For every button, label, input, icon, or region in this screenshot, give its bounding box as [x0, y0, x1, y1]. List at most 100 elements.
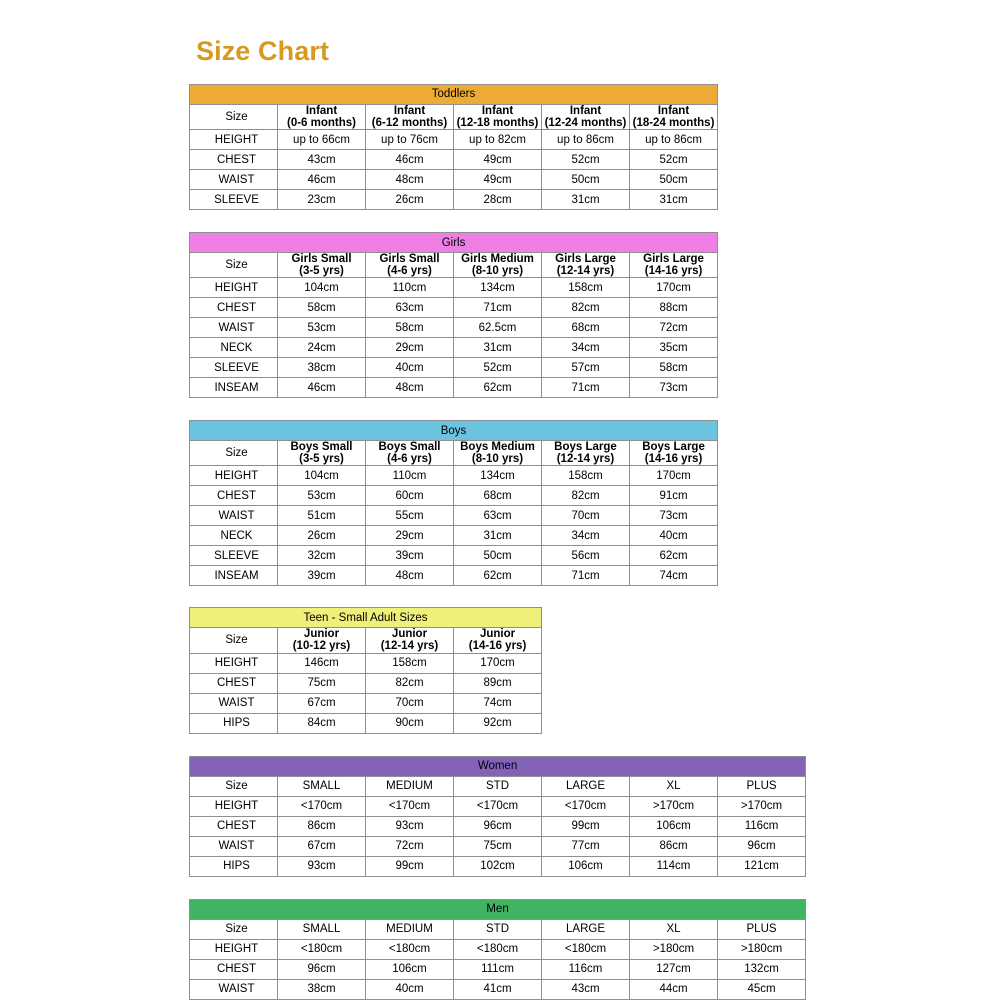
- table-band-row: Girls: [188, 232, 719, 254]
- table-cell: 24cm: [277, 337, 366, 359]
- table-cell: 74cm: [452, 692, 543, 714]
- table-header-row: Size SMALL MEDIUM STD LARGE XL PLUS: [189, 775, 807, 797]
- table-header-row: Size Boys Small (3-5 yrs) Boys Small (4-6 yr…: [189, 440, 719, 467]
- table-cell: 52cm: [628, 149, 719, 171]
- table-cell: 102cm: [453, 855, 542, 877]
- table-cell: 75cm: [277, 672, 366, 694]
- size-column-header: Size: [189, 440, 278, 467]
- row-label: CHEST: [189, 149, 278, 171]
- column-header-name: Junior: [479, 628, 516, 641]
- table-spacer: [189, 734, 889, 756]
- table-cell: 121cm: [716, 855, 807, 877]
- table-cell: up to 86cm: [628, 129, 719, 151]
- column-header-age: (10-12 yrs): [292, 640, 351, 653]
- table-cell: 146cm: [277, 652, 366, 674]
- table-cell: 71cm: [541, 565, 630, 587]
- row-label: CHEST: [189, 815, 278, 837]
- table-cell: 45cm: [716, 978, 807, 1000]
- row-label: WAIST: [189, 169, 278, 191]
- table-cell: 49cm: [453, 149, 542, 171]
- row-label: WAIST: [189, 505, 278, 527]
- column-header-age: (18-24 months): [632, 117, 715, 130]
- table-cell: 68cm: [541, 317, 630, 339]
- table-cell: 46cm: [365, 149, 454, 171]
- table-cell: 46cm: [277, 377, 366, 399]
- table-spacer: [189, 210, 889, 232]
- column-header-name: Boys Small: [378, 441, 441, 454]
- row-label: HEIGHT: [189, 277, 278, 299]
- column-header-name: Girls Small: [379, 253, 440, 266]
- table-cell: 62cm: [453, 565, 542, 587]
- column-header: Boys Large (12-14 yrs): [541, 440, 630, 467]
- row-label: HEIGHT: [189, 652, 278, 674]
- column-header-age: (4-6 yrs): [387, 265, 432, 278]
- table-cell: 132cm: [716, 958, 807, 980]
- table-cell: 50cm: [541, 169, 630, 191]
- table-cell: 34cm: [541, 525, 630, 547]
- column-header: Junior (10-12 yrs): [277, 627, 366, 654]
- table-spacer: [189, 586, 889, 607]
- row-label: HIPS: [189, 855, 278, 877]
- table-row: SLEEVE 23cm 26cm 28cm 31cm 31cm: [189, 189, 719, 211]
- table-cell: 35cm: [628, 337, 719, 359]
- table-row: CHEST 58cm 63cm 71cm 82cm 88cm: [189, 297, 719, 319]
- column-header: Infant (6-12 months): [365, 103, 454, 131]
- table-cell: 134cm: [453, 465, 542, 487]
- table-cell: >180cm: [629, 938, 718, 960]
- table-cell: 74cm: [628, 565, 719, 587]
- row-label: SLEEVE: [189, 357, 278, 379]
- table-cell: 57cm: [541, 357, 630, 379]
- table-cell: 52cm: [453, 357, 542, 379]
- row-label: WAIST: [189, 835, 278, 857]
- table-header-row: Size SMALL MEDIUM STD LARGE XL PLUS: [189, 918, 807, 940]
- size-table-women: Women Size SMALL MEDIUM STD LARGE XL PLUS HEIGHT…: [188, 755, 807, 877]
- table-row: NECK 24cm 29cm 31cm 34cm 35cm: [189, 337, 719, 359]
- table-cell: 158cm: [541, 465, 630, 487]
- column-header: Junior (12-14 yrs): [365, 627, 454, 654]
- column-header-age: (12-14 yrs): [380, 640, 439, 653]
- table-cell: 23cm: [277, 189, 366, 211]
- table-cell: 41cm: [453, 978, 542, 1000]
- table-cell: <170cm: [541, 795, 630, 817]
- table-cell: 31cm: [453, 525, 542, 547]
- column-header: Girls Medium (8-10 yrs): [453, 252, 542, 279]
- column-header: SMALL: [277, 775, 366, 797]
- table-cell: 63cm: [365, 297, 454, 319]
- table-cell: 111cm: [453, 958, 542, 980]
- table-cell: 26cm: [277, 525, 366, 547]
- table-cell: up to 76cm: [365, 129, 454, 151]
- column-header-name: Girls Large: [643, 253, 704, 266]
- table-cell: 170cm: [452, 652, 543, 674]
- table-row: WAIST 38cm 40cm 41cm 43cm 44cm 45cm: [189, 978, 807, 1000]
- row-label: HEIGHT: [189, 129, 278, 151]
- column-header: Girls Large (14-16 yrs): [628, 252, 719, 279]
- row-label: HEIGHT: [189, 795, 278, 817]
- column-header: LARGE: [541, 775, 630, 797]
- table-cell: 99cm: [541, 815, 630, 837]
- table-cell: 72cm: [628, 317, 719, 339]
- column-header-name: Boys Large: [642, 441, 705, 454]
- table-row: SLEEVE 38cm 40cm 52cm 57cm 58cm: [189, 357, 719, 379]
- size-column-header: Size: [189, 775, 278, 797]
- column-header: Boys Large (14-16 yrs): [628, 440, 719, 467]
- table-cell: 116cm: [541, 958, 630, 980]
- table-cell: 40cm: [365, 978, 454, 1000]
- column-header-age: (3-5 yrs): [299, 453, 344, 466]
- table-cell: 48cm: [365, 377, 454, 399]
- table-cell: 82cm: [365, 672, 454, 694]
- table-band-row: Teen - Small Adult Sizes: [188, 607, 543, 629]
- column-header-name: Girls Large: [555, 253, 616, 266]
- row-label: NECK: [189, 337, 278, 359]
- table-cell: 170cm: [628, 465, 719, 487]
- table-band-row: Toddlers: [188, 84, 719, 105]
- table-cell: 62.5cm: [453, 317, 542, 339]
- table-cell: 48cm: [365, 565, 454, 587]
- column-header: XL: [629, 775, 718, 797]
- table-row: HEIGHT up to 66cm up to 76cm up to 82cm up t…: [189, 129, 719, 151]
- table-cell: 29cm: [365, 525, 454, 547]
- column-header-age: (14-16 yrs): [644, 453, 703, 466]
- table-cell: 26cm: [365, 189, 454, 211]
- table-cell: 96cm: [453, 815, 542, 837]
- column-header-age: (8-10 yrs): [471, 453, 524, 466]
- table-header-row: Size Infant (0-6 months) Infant (6-12 months…: [189, 103, 719, 131]
